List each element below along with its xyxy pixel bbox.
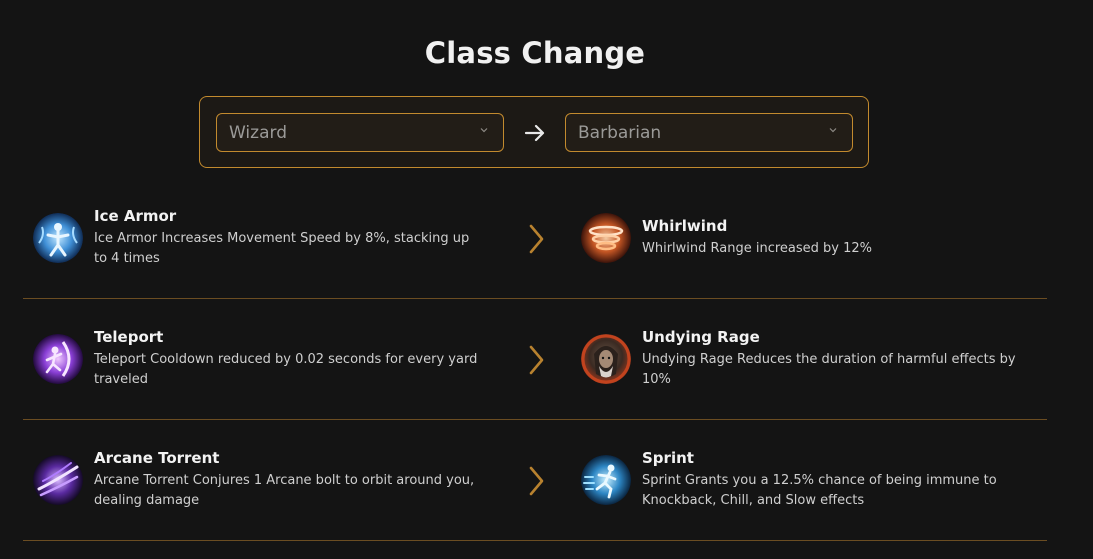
arcane-torrent-icon bbox=[33, 455, 83, 505]
teleport-icon bbox=[33, 334, 83, 384]
skill-name: Teleport bbox=[94, 328, 164, 346]
to-skill: Sprint Sprint Grants you a 12.5% chance … bbox=[581, 420, 1041, 540]
ice-armor-icon bbox=[33, 213, 83, 263]
to-skill-text: Whirlwind Whirlwind Range increased by 1… bbox=[642, 217, 1041, 259]
chevron-right-icon bbox=[529, 345, 544, 375]
from-class-value: Wizard bbox=[229, 123, 287, 143]
to-skill-text: Sprint Sprint Grants you a 12.5% chance … bbox=[642, 449, 1041, 511]
skill-description: Undying Rage Reduces the duration of har… bbox=[642, 352, 1016, 387]
to-skill-text: Undying Rage Undying Rage Reduces the du… bbox=[642, 328, 1041, 390]
from-class-select[interactable]: Wizard bbox=[216, 113, 504, 152]
whirlwind-icon bbox=[581, 213, 631, 263]
skill-description: Arcane Torrent Conjures 1 Arcane bolt to… bbox=[94, 473, 475, 508]
skill-description: Whirlwind Range increased by 12% bbox=[642, 241, 873, 256]
skill-conversion-row: Ice Armor Ice Armor Increases Movement S… bbox=[23, 178, 1047, 299]
to-class-select[interactable]: Barbarian bbox=[565, 113, 853, 152]
arrow-right-icon bbox=[524, 124, 545, 142]
class-selector-panel: Wizard Barbarian bbox=[199, 96, 869, 168]
from-skill-text: Ice Armor Ice Armor Increases Movement S… bbox=[94, 207, 483, 269]
undying-rage-icon bbox=[581, 334, 631, 384]
sprint-icon bbox=[581, 455, 631, 505]
skill-name: Undying Rage bbox=[642, 328, 760, 346]
skill-description: Teleport Cooldown reduced by 0.02 second… bbox=[94, 352, 478, 387]
class-change-page: Class Change Wizard Barbarian Ice Armor … bbox=[0, 0, 1093, 559]
chevron-right-icon bbox=[529, 224, 544, 254]
skill-conversion-row: Teleport Teleport Cooldown reduced by 0.… bbox=[23, 299, 1047, 420]
skill-name: Whirlwind bbox=[642, 217, 728, 235]
from-skill-text: Arcane Torrent Arcane Torrent Conjures 1… bbox=[94, 449, 483, 511]
skill-description: Ice Armor Increases Movement Speed by 8%… bbox=[94, 231, 470, 266]
skill-description: Sprint Grants you a 12.5% chance of bein… bbox=[642, 473, 997, 508]
chevron-right-icon bbox=[529, 466, 544, 496]
to-class-value: Barbarian bbox=[578, 123, 662, 143]
from-skill-text: Teleport Teleport Cooldown reduced by 0.… bbox=[94, 328, 483, 390]
from-skill: Teleport Teleport Cooldown reduced by 0.… bbox=[33, 299, 483, 419]
to-skill: Whirlwind Whirlwind Range increased by 1… bbox=[581, 178, 1041, 298]
page-title: Class Change bbox=[424, 36, 646, 70]
chevron-down-icon bbox=[829, 128, 837, 133]
from-skill: Ice Armor Ice Armor Increases Movement S… bbox=[33, 178, 483, 298]
skill-conversion-row: Arcane Torrent Arcane Torrent Conjures 1… bbox=[23, 420, 1047, 541]
chevron-down-icon bbox=[480, 128, 488, 133]
from-skill: Arcane Torrent Arcane Torrent Conjures 1… bbox=[33, 420, 483, 540]
skill-name: Ice Armor bbox=[94, 207, 177, 225]
skill-name: Arcane Torrent bbox=[94, 449, 220, 467]
to-skill: Undying Rage Undying Rage Reduces the du… bbox=[581, 299, 1041, 419]
skill-name: Sprint bbox=[642, 449, 694, 467]
